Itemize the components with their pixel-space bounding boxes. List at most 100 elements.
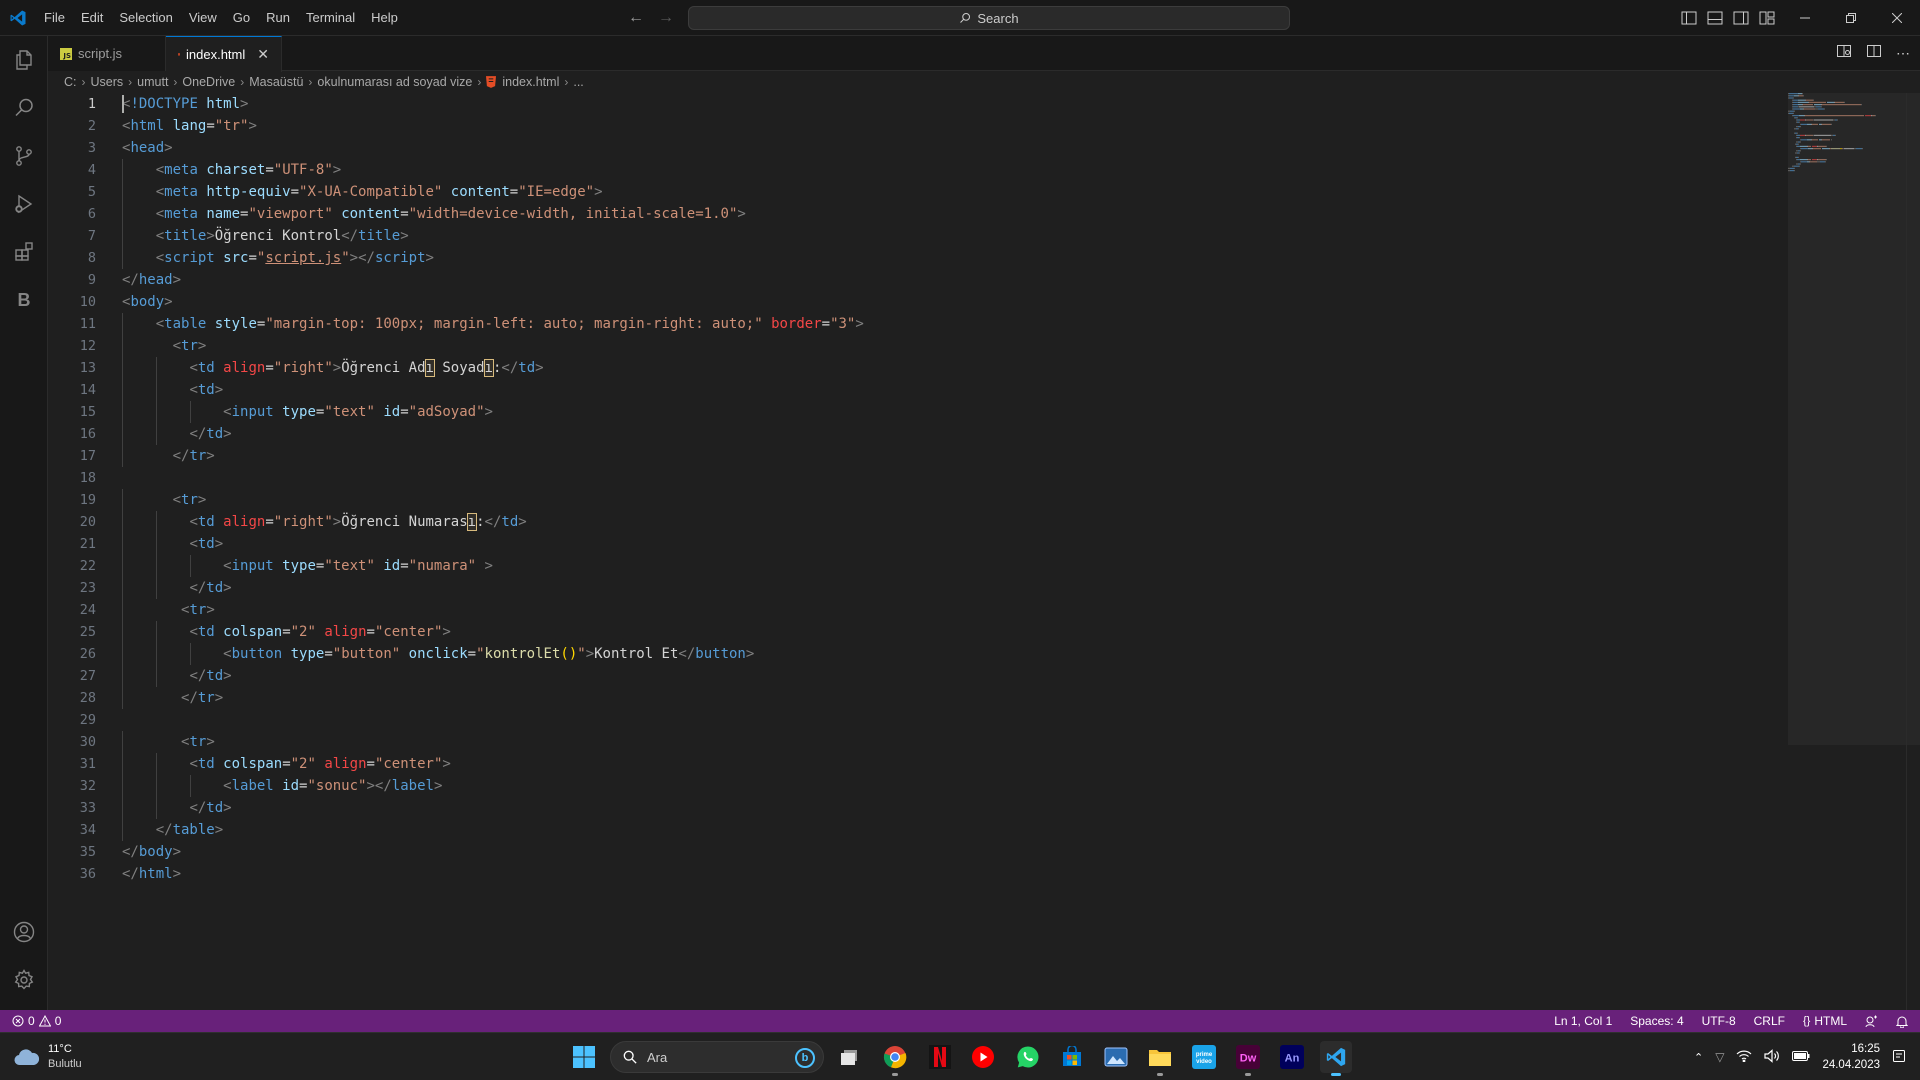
code-token: table bbox=[164, 316, 215, 332]
code-content[interactable]: <!DOCTYPE html> <html lang="tr"> <head> <m… bbox=[122, 93, 1822, 885]
indentation-setting[interactable]: Spaces: 4 bbox=[1630, 1014, 1683, 1028]
menu-selection[interactable]: Selection bbox=[111, 0, 180, 36]
breadcrumb-item[interactable]: Masaüstü bbox=[249, 75, 303, 89]
youtube-icon[interactable] bbox=[967, 1041, 999, 1073]
file-explorer-icon[interactable] bbox=[1144, 1041, 1176, 1076]
explorer-icon[interactable] bbox=[0, 36, 48, 84]
extensions-icon[interactable] bbox=[0, 228, 48, 276]
code-token: "width=device-width, initial-scale=1.0" bbox=[408, 206, 738, 222]
whatsapp-icon[interactable] bbox=[1012, 1041, 1044, 1073]
forward-arrow-icon[interactable]: → bbox=[658, 9, 674, 27]
toggle-panel-icon[interactable] bbox=[1706, 9, 1724, 27]
code-token: = bbox=[400, 206, 409, 222]
menu-go[interactable]: Go bbox=[225, 0, 258, 36]
code-token: "UTF-8" bbox=[273, 162, 333, 178]
minimap[interactable] bbox=[1788, 93, 1898, 203]
minimize-button[interactable] bbox=[1782, 0, 1828, 36]
battery-icon[interactable] bbox=[1792, 1050, 1810, 1065]
task-view-icon[interactable] bbox=[833, 1041, 865, 1073]
code-editor[interactable]: 1 2 3 4 5 6 7 8 9 10 11 12 13 14 15 16 17 18 19 20 21 22 23 24 2… bbox=[48, 93, 1920, 1010]
menu-file[interactable]: File bbox=[36, 0, 73, 36]
search-icon[interactable] bbox=[0, 84, 48, 132]
start-button[interactable] bbox=[572, 1045, 596, 1069]
command-center-search[interactable]: Search bbox=[688, 6, 1290, 30]
manage-gear-icon[interactable] bbox=[0, 956, 48, 1004]
tab-index-html[interactable]: index.html ✕ bbox=[166, 36, 282, 72]
vscode-taskbar-icon[interactable] bbox=[1320, 1041, 1352, 1076]
end-of-line-setting[interactable]: CRLF bbox=[1754, 1014, 1785, 1028]
menu-view[interactable]: View bbox=[181, 0, 225, 36]
show-hidden-icons-chevron-icon[interactable]: ⌃ bbox=[1694, 1051, 1703, 1064]
line-number: 6 bbox=[87, 206, 96, 222]
breadcrumb-label: OneDrive bbox=[182, 75, 236, 89]
minimap-token bbox=[1812, 148, 1813, 150]
code-token: > bbox=[223, 668, 232, 684]
source-control-icon[interactable] bbox=[0, 132, 48, 180]
encoding-setting[interactable]: UTF-8 bbox=[1702, 1014, 1736, 1028]
breadcrumb-item[interactable]: OneDrive bbox=[182, 75, 235, 89]
breadcrumb-item[interactable]: index.html bbox=[486, 75, 559, 89]
notification-center-icon[interactable] bbox=[1892, 1049, 1906, 1066]
problems-indicator[interactable]: 0 0 bbox=[12, 1014, 61, 1028]
split-editor-icon[interactable] bbox=[1866, 43, 1882, 64]
breadcrumb-item[interactable]: Users bbox=[91, 75, 124, 89]
minimap-token bbox=[1800, 134, 1805, 136]
animate-icon[interactable]: An bbox=[1276, 1041, 1308, 1073]
cursor-position[interactable]: Ln 1, Col 1 bbox=[1554, 1014, 1612, 1028]
open-preview-icon[interactable] bbox=[1836, 43, 1852, 64]
prime-video-icon[interactable]: prime video bbox=[1188, 1041, 1220, 1073]
minimap-token bbox=[1793, 115, 1799, 117]
minimap-token bbox=[1808, 101, 1809, 103]
minimap-token bbox=[1788, 110, 1790, 112]
back-arrow-icon[interactable]: ← bbox=[628, 9, 644, 27]
minimap-token bbox=[1812, 145, 1817, 147]
network-drive-icon[interactable]: ▽ bbox=[1715, 1050, 1724, 1064]
bootstrap-extension-icon[interactable]: B bbox=[0, 276, 48, 324]
code-token: td bbox=[197, 536, 215, 552]
microsoft-store-icon[interactable] bbox=[1056, 1041, 1088, 1073]
breadcrumb-item[interactable]: umutt bbox=[137, 75, 168, 89]
wifi-icon[interactable] bbox=[1736, 1050, 1752, 1065]
menu-edit[interactable]: Edit bbox=[73, 0, 111, 36]
photos-icon[interactable] bbox=[1100, 1041, 1132, 1073]
taskbar-search[interactable]: Ara b bbox=[610, 1041, 824, 1073]
toggle-secondary-sidebar-icon[interactable] bbox=[1732, 9, 1750, 27]
vscode-logo-icon[interactable] bbox=[0, 0, 36, 36]
menu-terminal[interactable]: Terminal bbox=[298, 0, 363, 36]
indent-guide bbox=[155, 753, 157, 775]
chrome-icon[interactable] bbox=[879, 1041, 911, 1076]
line-number: 5 bbox=[87, 184, 96, 200]
dreamweaver-icon[interactable]: Dw bbox=[1232, 1041, 1264, 1076]
close-tab-icon[interactable]: ✕ bbox=[257, 46, 269, 63]
breadcrumb-item[interactable]: okulnumarası ad soyad vize bbox=[317, 75, 472, 89]
more-actions-icon[interactable]: ⋯ bbox=[1896, 45, 1910, 62]
menu-help[interactable]: Help bbox=[363, 0, 406, 36]
toggle-primary-sidebar-icon[interactable] bbox=[1680, 9, 1698, 27]
run-and-debug-icon[interactable] bbox=[0, 180, 48, 228]
feedback-icon[interactable] bbox=[1865, 1015, 1878, 1028]
volume-icon[interactable] bbox=[1764, 1048, 1780, 1066]
notifications-bell-icon[interactable] bbox=[1896, 1015, 1908, 1028]
accounts-icon[interactable] bbox=[0, 908, 48, 956]
code-token: > bbox=[400, 228, 409, 244]
minimap-token bbox=[1824, 108, 1825, 110]
customize-layout-icon[interactable] bbox=[1758, 9, 1776, 27]
language-mode[interactable]: {} HTML bbox=[1803, 1014, 1847, 1028]
menu-run[interactable]: Run bbox=[258, 0, 298, 36]
tab-script-js[interactable]: JS script.js bbox=[48, 36, 166, 71]
line-number: 13 bbox=[79, 360, 96, 376]
netflix-icon[interactable] bbox=[924, 1041, 956, 1073]
line-number-gutter: 1 2 3 4 5 6 7 8 9 10 11 12 13 14 15 16 17 18 19 20 21 22 23 24 2… bbox=[48, 93, 114, 885]
vertical-scrollbar[interactable] bbox=[1906, 93, 1920, 1010]
close-window-button[interactable] bbox=[1874, 0, 1920, 36]
code-token: meta bbox=[164, 184, 207, 200]
minimap-token bbox=[1795, 156, 1796, 158]
restore-button[interactable] bbox=[1828, 0, 1874, 36]
code-token: src bbox=[223, 250, 249, 266]
minimap-token bbox=[1824, 119, 1825, 121]
breadcrumb-item[interactable]: ... bbox=[573, 75, 583, 89]
clock[interactable]: 16:25 24.04.2023 bbox=[1822, 1041, 1880, 1073]
breadcrumb-item[interactable]: C: bbox=[64, 75, 77, 89]
weather-widget[interactable]: 11°C Bulutlu bbox=[14, 1041, 82, 1073]
